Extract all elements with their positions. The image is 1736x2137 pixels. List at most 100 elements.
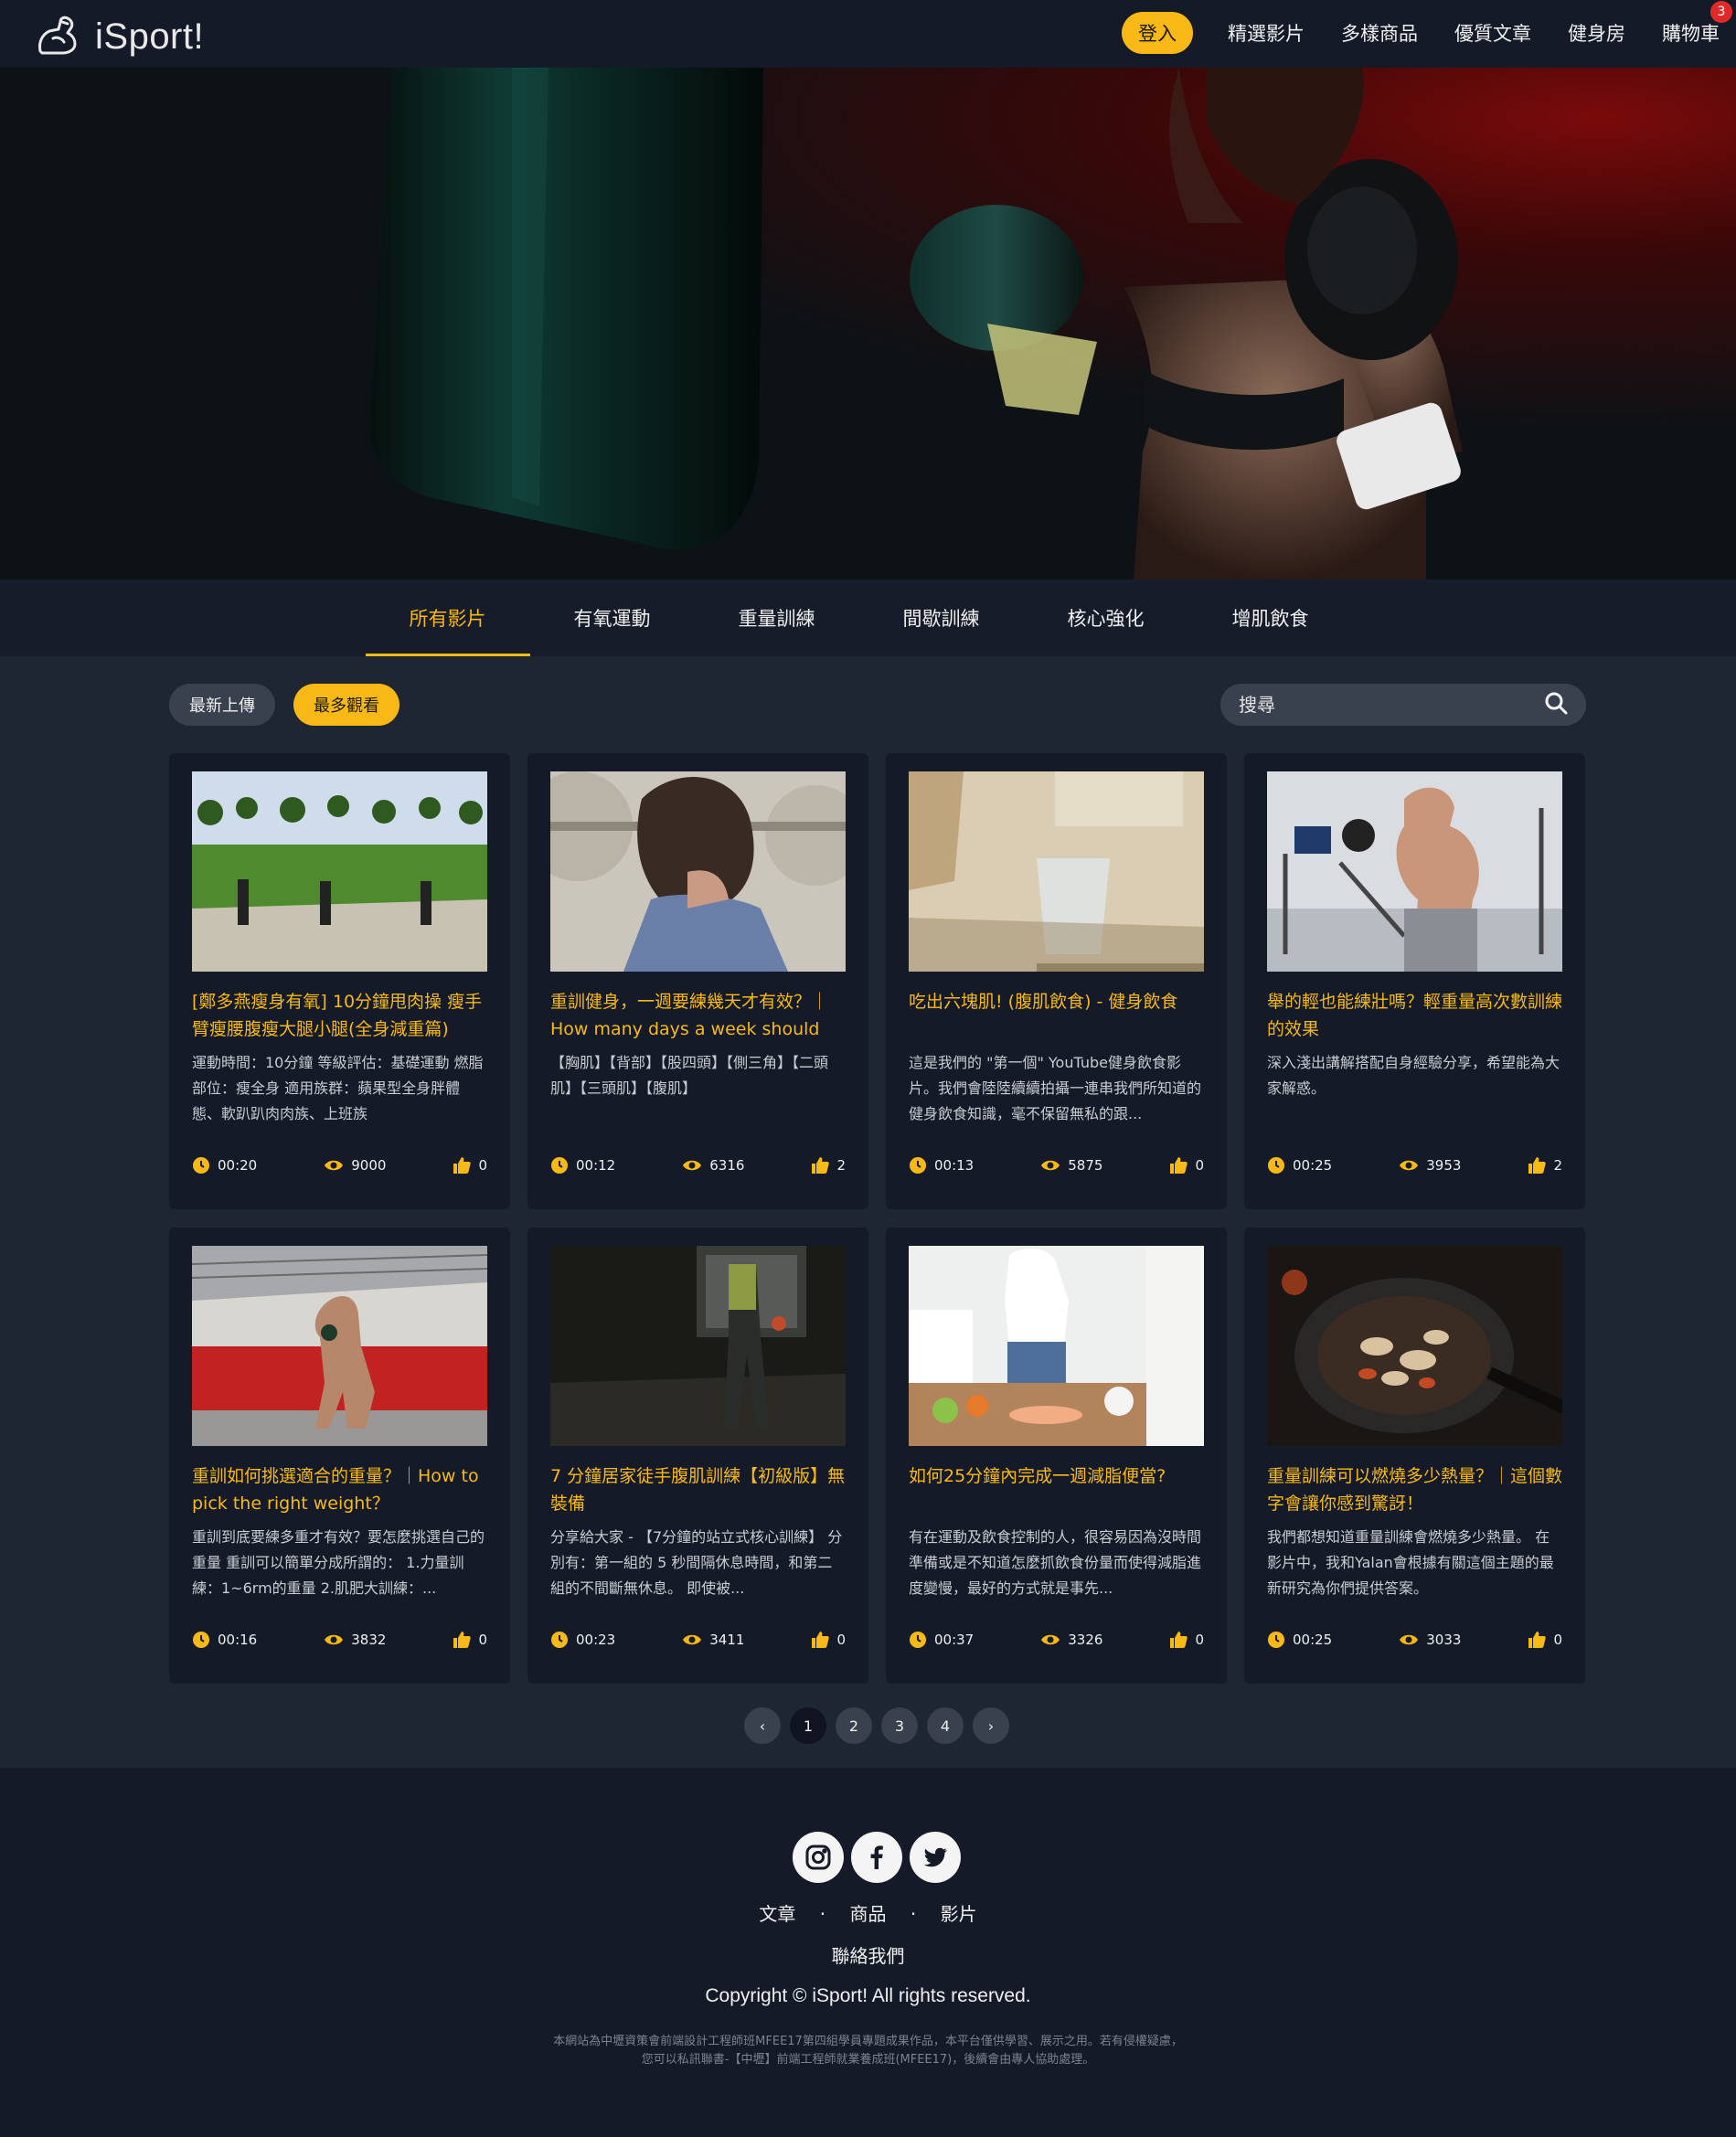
- video-card[interactable]: 重訓如何挑選適合的重量？｜How to pick the right weigh…: [169, 1228, 510, 1684]
- video-title[interactable]: [鄭多燕瘦身有氧] 10分鐘甩肉操 瘦手臂瘦腰腹瘦大腿小腿(全身減重篇): [192, 988, 487, 1043]
- tab-muscle-diet[interactable]: 增肌飲食: [1188, 579, 1353, 656]
- tab-weight-training[interactable]: 重量訓練: [695, 579, 859, 656]
- sort-latest-button[interactable]: 最新上傳: [169, 684, 275, 726]
- sort-most-viewed-button[interactable]: 最多觀看: [293, 684, 399, 726]
- main-nav: 登入 精選影片 多樣商品 優質文章 健身房 購物車 3: [1122, 1, 1732, 54]
- likes-value: 2: [1553, 1157, 1562, 1174]
- video-title[interactable]: 重量訓練可以燃燒多少熱量？｜這個數字會讓你感到驚訝！: [1267, 1462, 1562, 1517]
- video-title[interactable]: 如何25分鐘內完成一週減脂便當?: [909, 1462, 1204, 1517]
- thumbs-up-icon: [1170, 1632, 1188, 1648]
- top-navbar: iSport! 登入 精選影片 多樣商品 優質文章 健身房 購物車 3: [0, 0, 1736, 68]
- video-thumbnail[interactable]: [1267, 1246, 1562, 1446]
- clock-icon: [193, 1157, 209, 1174]
- video-stats: 00:25 3953 2: [1267, 1156, 1562, 1175]
- instagram-icon[interactable]: [793, 1832, 844, 1883]
- next-page-button[interactable]: ›: [973, 1707, 1009, 1744]
- video-card[interactable]: 重訓健身，一週要練幾天才有效？｜How many days a week sho…: [527, 753, 868, 1209]
- views-value: 5875: [1068, 1157, 1103, 1174]
- footer-separator: ·: [819, 1903, 826, 1925]
- likes-stat[interactable]: 0: [1528, 1631, 1562, 1649]
- page-2-button[interactable]: 2: [836, 1707, 872, 1744]
- thumbs-up-icon: [453, 1632, 472, 1648]
- video-thumbnail[interactable]: [550, 771, 846, 972]
- duration-stat: 00:13: [909, 1156, 974, 1175]
- thumbs-up-icon: [812, 1157, 830, 1174]
- duration-value: 00:23: [576, 1632, 616, 1648]
- video-title[interactable]: 舉的輕也能練壯嗎？輕重量高次數訓練的效果: [1267, 988, 1562, 1043]
- likes-stat[interactable]: 0: [453, 1631, 487, 1649]
- duration-stat: 00:25: [1267, 1156, 1332, 1175]
- views-value: 3953: [1426, 1157, 1462, 1174]
- video-description: 這是我們的 "第一個" YouTube健身飲食影片。我們會陸陸續續拍攝一連串我們…: [909, 1054, 1202, 1122]
- duration-stat: 00:25: [1267, 1631, 1332, 1649]
- video-title[interactable]: 重訓健身，一週要練幾天才有效？｜How many days a week sho…: [550, 988, 846, 1043]
- eye-icon: [1041, 1160, 1060, 1171]
- views-stat: 3411: [682, 1632, 744, 1648]
- likes-value: 0: [1195, 1157, 1204, 1174]
- page-1-button[interactable]: 1: [790, 1707, 826, 1744]
- nav-products[interactable]: 多樣商品: [1341, 19, 1418, 47]
- page-4-button[interactable]: 4: [927, 1707, 964, 1744]
- views-value: 3832: [351, 1632, 387, 1648]
- views-stat: 9000: [324, 1157, 386, 1174]
- search-input[interactable]: [1239, 694, 1544, 716]
- boxer-hero-image: [369, 68, 1463, 579]
- footer-link-videos[interactable]: 影片: [941, 1903, 977, 1925]
- likes-stat[interactable]: 2: [811, 1156, 846, 1175]
- tab-interval-training[interactable]: 間歇訓練: [859, 579, 1024, 656]
- video-card[interactable]: 吃出六塊肌! (腹肌飲食) - 健身飲食 這是我們的 "第一個" YouTube…: [886, 753, 1227, 1209]
- prev-page-button[interactable]: ‹: [744, 1707, 781, 1744]
- thumbs-up-icon: [1528, 1632, 1547, 1648]
- duration-value: 00:25: [1293, 1632, 1333, 1648]
- nav-gyms[interactable]: 健身房: [1568, 19, 1625, 47]
- video-thumbnail[interactable]: [192, 771, 487, 972]
- nav-cart[interactable]: 購物車 3: [1662, 1, 1732, 47]
- video-card[interactable]: 舉的輕也能練壯嗎？輕重量高次數訓練的效果 深入淺出講解搭配自身經驗分享，希望能為…: [1244, 753, 1585, 1209]
- video-card[interactable]: 如何25分鐘內完成一週減脂便當? 有在運動及飲食控制的人，很容易因為沒時間準備或…: [886, 1228, 1227, 1684]
- footer-link-articles[interactable]: 文章: [759, 1903, 795, 1925]
- tab-all-videos[interactable]: 所有影片: [365, 579, 530, 656]
- likes-stat[interactable]: 0: [453, 1156, 487, 1175]
- video-stats: 00:20 9000 0: [192, 1156, 487, 1175]
- facebook-icon[interactable]: [851, 1832, 902, 1883]
- duration-stat: 00:16: [192, 1631, 257, 1649]
- clock-icon: [193, 1632, 209, 1648]
- tab-core[interactable]: 核心強化: [1024, 579, 1188, 656]
- duration-stat: 00:12: [550, 1156, 615, 1175]
- video-thumbnail[interactable]: [192, 1246, 487, 1446]
- nav-articles[interactable]: 優質文章: [1454, 19, 1531, 47]
- search-icon[interactable]: [1544, 691, 1568, 718]
- video-thumbnail[interactable]: [909, 771, 1204, 972]
- thumbs-up-icon: [1528, 1157, 1547, 1174]
- video-title[interactable]: 7 分鐘居家徒手腹肌訓練【初級版】無裝備: [550, 1462, 846, 1517]
- twitter-icon[interactable]: [910, 1832, 961, 1883]
- video-card[interactable]: 重量訓練可以燃燒多少熱量？｜這個數字會讓你感到驚訝！ 我們都想知道重量訓練會燃燒…: [1244, 1228, 1585, 1684]
- nav-featured-videos[interactable]: 精選影片: [1228, 19, 1305, 47]
- video-thumbnail[interactable]: [550, 1246, 846, 1446]
- likes-stat[interactable]: 0: [811, 1631, 846, 1649]
- footer-link-products[interactable]: 商品: [850, 1903, 887, 1925]
- video-stats: 00:23 3411 0: [550, 1631, 846, 1649]
- logo[interactable]: iSport!: [35, 11, 204, 62]
- video-description: 深入淺出講解搭配自身經驗分享，希望能為大家解惑。: [1267, 1054, 1560, 1097]
- thumbs-up-icon: [1170, 1157, 1188, 1174]
- eye-icon: [683, 1160, 702, 1171]
- login-button[interactable]: 登入: [1122, 12, 1193, 54]
- contact-link[interactable]: 聯絡我們: [0, 1941, 1736, 1968]
- video-title[interactable]: 吃出六塊肌! (腹肌飲食) - 健身飲食: [909, 988, 1204, 1043]
- video-card[interactable]: 7 分鐘居家徒手腹肌訓練【初級版】無裝備 分享給大家 - 【7分鐘的站立式核心訓…: [527, 1228, 868, 1684]
- page-3-button[interactable]: 3: [881, 1707, 918, 1744]
- views-value: 6316: [709, 1157, 745, 1174]
- video-grid: [鄭多燕瘦身有氧] 10分鐘甩肉操 瘦手臂瘦腰腹瘦大腿小腿(全身減重篇) 運動時…: [169, 753, 1586, 1684]
- tab-cardio[interactable]: 有氧運動: [530, 579, 695, 656]
- video-card[interactable]: [鄭多燕瘦身有氧] 10分鐘甩肉操 瘦手臂瘦腰腹瘦大腿小腿(全身減重篇) 運動時…: [169, 753, 510, 1209]
- likes-stat[interactable]: 0: [1169, 1631, 1204, 1649]
- likes-stat[interactable]: 0: [1169, 1156, 1204, 1175]
- video-thumbnail[interactable]: [909, 1246, 1204, 1446]
- video-title[interactable]: 重訓如何挑選適合的重量？｜How to pick the right weigh…: [192, 1462, 487, 1517]
- video-thumbnail[interactable]: [1267, 771, 1562, 972]
- video-stats: 00:37 3326 0: [909, 1631, 1204, 1649]
- likes-stat[interactable]: 2: [1528, 1156, 1562, 1175]
- video-description: 運動時間：10分鐘 等級評估：基礎運動 燃脂部位：瘦全身 適用族群：蘋果型全身胖…: [192, 1054, 484, 1122]
- thumbs-up-icon: [453, 1157, 472, 1174]
